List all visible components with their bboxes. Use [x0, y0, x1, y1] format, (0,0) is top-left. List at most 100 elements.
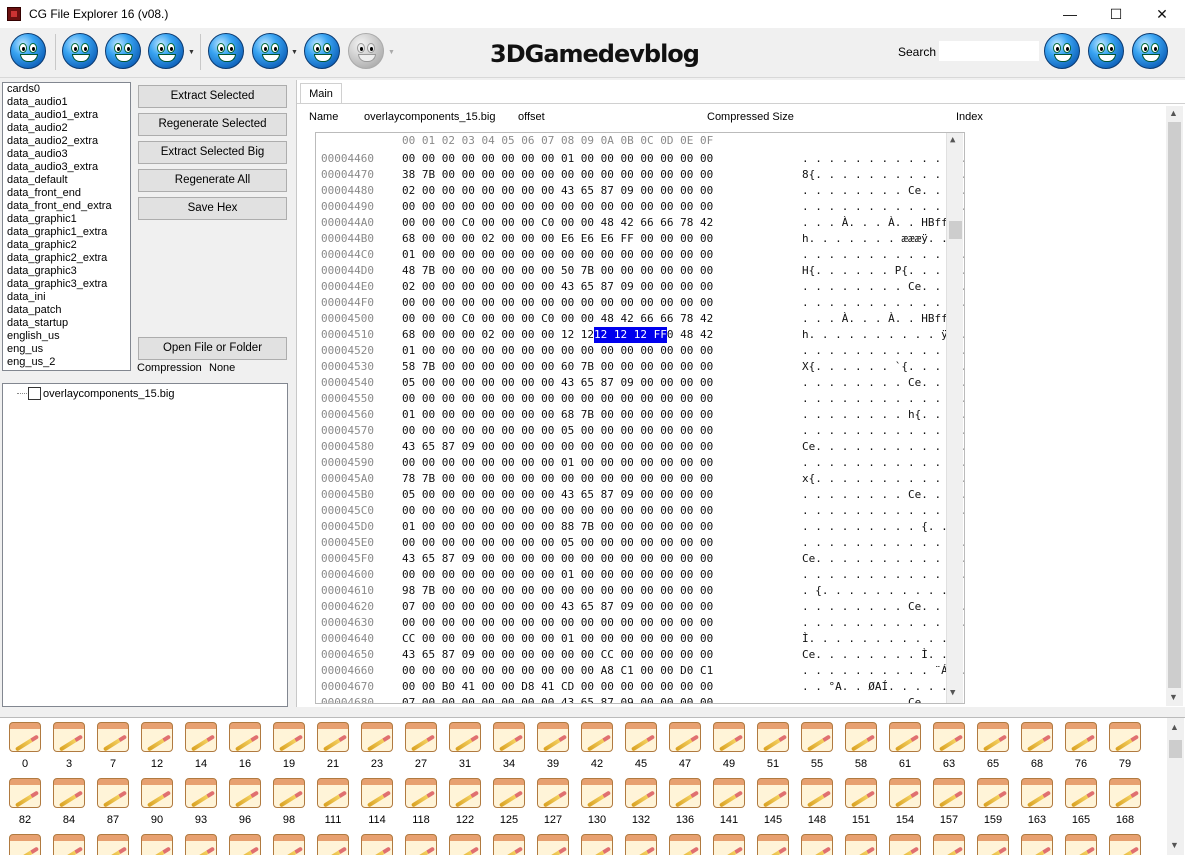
archive-list-item[interactable]: data_front_end — [3, 187, 130, 200]
archive-list-item[interactable]: english_us — [3, 330, 130, 343]
texture-item[interactable]: 63 — [927, 718, 967, 774]
texture-item[interactable] — [1059, 830, 1099, 855]
extract-selected-button[interactable]: Extract Selected — [138, 85, 287, 108]
archive-list-item[interactable]: data_audio3 — [3, 148, 130, 161]
hex-row[interactable]: 000044F0 00 00 00 00 00 00 00 00 00 00 00… — [316, 295, 964, 311]
hex-bytes[interactable]: 05 00 00 00 00 00 00 00 43 65 87 09 00 0… — [402, 375, 713, 391]
tree-node[interactable]: overlaycomponents_15.big — [17, 387, 174, 400]
texture-item[interactable]: 136 — [663, 774, 703, 830]
hex-bytes[interactable]: 00 00 00 00 00 00 00 00 00 00 00 00 00 0… — [402, 503, 713, 519]
texture-item[interactable]: 45 — [619, 718, 659, 774]
hex-bytes[interactable]: 43 65 87 09 00 00 00 00 00 00 CC 00 00 0… — [402, 647, 713, 663]
texture-item[interactable]: 93 — [179, 774, 219, 830]
texture-item[interactable]: 145 — [751, 774, 791, 830]
texture-item[interactable]: 168 — [1103, 774, 1143, 830]
texture-item[interactable]: 130 — [575, 774, 615, 830]
texture-item[interactable]: 163 — [1015, 774, 1055, 830]
texture-item[interactable]: 27 — [399, 718, 439, 774]
hex-row[interactable]: 00004460 00 00 00 00 00 00 00 00 01 00 00… — [316, 151, 964, 167]
hex-row[interactable]: 00004520 01 00 00 00 00 00 00 00 00 00 00… — [316, 343, 964, 359]
hex-bytes[interactable]: 00 00 00 00 00 00 00 00 05 00 00 00 00 0… — [402, 423, 713, 439]
tree-checkbox[interactable] — [28, 387, 41, 400]
hex-row[interactable]: 00004640 CC 00 00 00 00 00 00 00 01 00 00… — [316, 631, 961, 647]
hex-bytes[interactable]: 05 00 00 00 00 00 00 00 43 65 87 09 00 0… — [402, 487, 713, 503]
texture-item[interactable]: 159 — [971, 774, 1011, 830]
texture-item[interactable]: 76 — [1059, 718, 1099, 774]
texture-item[interactable]: 68 — [1015, 718, 1055, 774]
texture-item[interactable]: 31 — [443, 718, 483, 774]
hex-bytes[interactable]: 02 00 00 00 00 00 00 00 43 65 87 09 00 0… — [402, 279, 713, 295]
hex-bytes[interactable]: 00 00 00 00 00 00 00 00 00 00 00 00 00 0… — [402, 199, 713, 215]
texture-item[interactable] — [927, 830, 967, 855]
hex-bytes[interactable]: 00 00 00 C0 00 00 00 C0 00 00 48 42 66 6… — [402, 215, 713, 231]
hex-row[interactable]: 000045A0 78 7B 00 00 00 00 00 00 00 00 00… — [316, 471, 964, 487]
panel-scrollbar[interactable]: ▲ ▼ — [1166, 106, 1183, 706]
texture-item[interactable] — [795, 830, 835, 855]
smiley-1-icon[interactable] — [10, 33, 48, 71]
hex-row[interactable]: 00004560 01 00 00 00 00 00 00 00 68 7B 00… — [316, 407, 964, 423]
hex-bytes[interactable]: 00 00 00 00 00 00 00 00 01 00 00 00 00 0… — [402, 151, 713, 167]
texture-item[interactable]: 34 — [487, 718, 527, 774]
texture-item[interactable]: 51 — [751, 718, 791, 774]
smiley-7-icon[interactable] — [304, 33, 342, 71]
texture-item[interactable] — [223, 830, 263, 855]
hex-bytes[interactable]: 58 7B 00 00 00 00 00 00 60 7B 00 00 00 0… — [402, 359, 713, 375]
texture-item[interactable] — [1103, 830, 1143, 855]
hex-row[interactable]: 00004650 43 65 87 09 00 00 00 00 00 00 CC… — [316, 647, 961, 663]
archive-list[interactable]: cards0 data_audio1 data_audio1_extra data_a… — [2, 82, 131, 371]
hex-row[interactable]: 00004470 38 7B 00 00 00 00 00 00 00 00 00… — [316, 167, 964, 183]
archive-list-item[interactable]: data_audio2 — [3, 122, 130, 135]
hex-bytes[interactable]: 02 00 00 00 00 00 00 00 43 65 87 09 00 0… — [402, 183, 713, 199]
hex-ascii[interactable]: . . . . . . . . Ce. . . . . . — [802, 487, 964, 503]
scroll-down-icon[interactable]: ▼ — [950, 688, 955, 698]
hex-row[interactable]: 00004510 68 00 00 00 02 00 00 00 12 12 12… — [316, 327, 964, 343]
texture-item[interactable]: 114 — [355, 774, 395, 830]
hex-bytes[interactable]: 07 00 00 00 00 00 00 00 43 65 87 09 00 0… — [402, 599, 713, 615]
archive-list-item[interactable]: data_graphic2_extra — [3, 252, 130, 265]
texture-item[interactable]: 87 — [91, 774, 131, 830]
texture-item[interactable]: 3 — [47, 718, 87, 774]
texture-item[interactable] — [91, 830, 131, 855]
texture-item[interactable]: 125 — [487, 774, 527, 830]
texture-item[interactable]: 141 — [707, 774, 747, 830]
texture-item[interactable] — [751, 830, 791, 855]
texture-item[interactable]: 118 — [399, 774, 439, 830]
texture-item[interactable]: 21 — [311, 718, 351, 774]
texture-item[interactable]: 157 — [927, 774, 967, 830]
hex-ascii[interactable]: . . . . . . . . . . . . . . . . — [802, 151, 964, 167]
texture-item[interactable] — [399, 830, 439, 855]
hex-ascii[interactable]: . . . . . . . . . . . . . . . . — [802, 615, 964, 631]
texture-item[interactable]: 90 — [135, 774, 175, 830]
panel-scroll-thumb[interactable] — [1168, 122, 1181, 688]
texture-item[interactable] — [443, 830, 483, 855]
texture-item[interactable]: 55 — [795, 718, 835, 774]
texture-item[interactable] — [531, 830, 571, 855]
texture-item[interactable]: 47 — [663, 718, 703, 774]
hex-ascii[interactable]: Ì. . . . . . . . . . . . . . . — [802, 631, 964, 647]
texture-item[interactable]: 127 — [531, 774, 571, 830]
texture-item[interactable] — [311, 830, 351, 855]
hex-ascii[interactable]: . . . . . . . . . . . . . . . . — [802, 343, 964, 359]
hex-bytes[interactable]: CC 00 00 00 00 00 00 00 01 00 00 00 00 0… — [402, 631, 713, 647]
hex-ascii[interactable]: . . . . . . . . . . . . . . . . — [802, 247, 964, 263]
hex-row[interactable]: 00004670 00 00 B0 41 00 00 D8 41 CD 00 00… — [316, 679, 961, 695]
archive-list-item[interactable]: data_audio3_extra — [3, 161, 130, 174]
texture-item[interactable] — [663, 830, 703, 855]
hex-row[interactable]: 00004570 00 00 00 00 00 00 00 00 05 00 00… — [316, 423, 964, 439]
texture-item[interactable] — [575, 830, 615, 855]
hex-row[interactable]: 000045B0 05 00 00 00 00 00 00 00 43 65 87… — [316, 487, 964, 503]
hex-row[interactable]: 00004490 00 00 00 00 00 00 00 00 00 00 00… — [316, 199, 964, 215]
icon-grid-scrollbar[interactable]: ▲ ▼ — [1167, 718, 1184, 855]
archive-list-item[interactable]: data_graphic1_extra — [3, 226, 130, 239]
hex-ascii[interactable]: h. . . . . . . . . . ÿ. . HB — [802, 327, 964, 343]
hex-row[interactable]: 00004500 00 00 00 C0 00 00 00 C0 00 00 48… — [316, 311, 961, 327]
texture-item[interactable]: 58 — [839, 718, 879, 774]
archive-list-item[interactable]: eng_us_2 — [3, 356, 130, 369]
texture-item[interactable]: 82 — [3, 774, 43, 830]
smiley-11-icon[interactable] — [1132, 33, 1170, 71]
archive-list-item[interactable]: cards0 — [3, 83, 130, 96]
archive-list-item[interactable]: data_audio1 — [3, 96, 130, 109]
maximize-button[interactable]: ☐ — [1093, 0, 1139, 28]
hex-row[interactable]: 00004600 00 00 00 00 00 00 00 00 01 00 00… — [316, 567, 964, 583]
hex-bytes[interactable]: 01 00 00 00 00 00 00 00 00 00 00 00 00 0… — [402, 343, 713, 359]
